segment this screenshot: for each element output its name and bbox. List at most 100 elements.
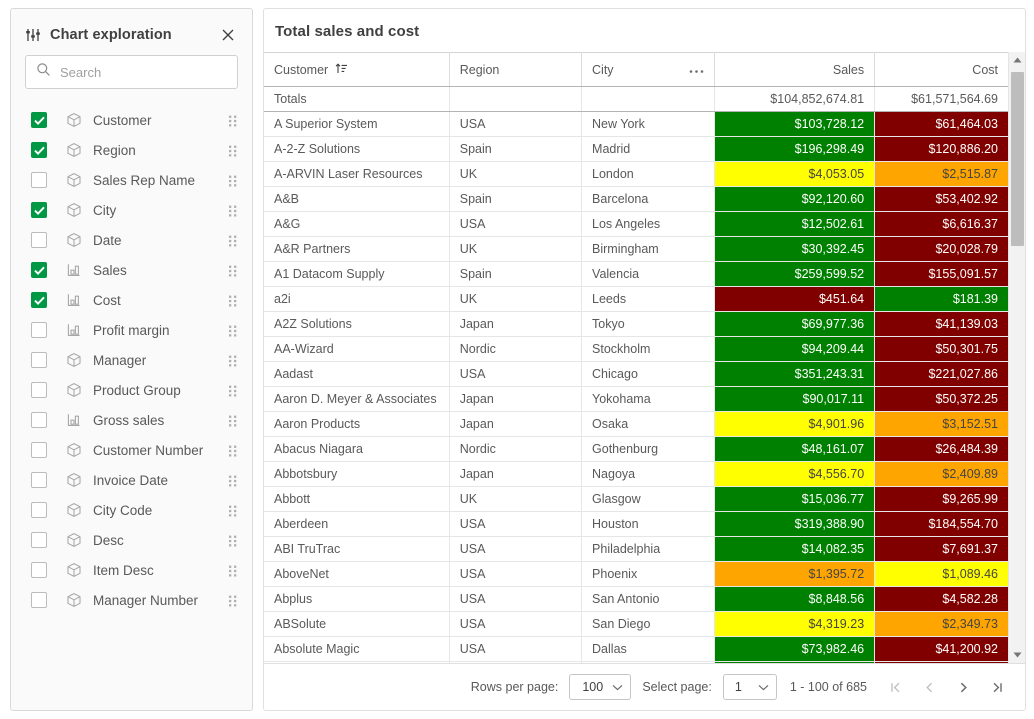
- cell-region[interactable]: USA: [449, 537, 581, 562]
- table-row[interactable]: A&R PartnersUKBirmingham$30,392.45$20,02…: [264, 237, 1008, 262]
- field-row[interactable]: Date: [11, 225, 252, 255]
- table-row[interactable]: A Superior SystemUSANew York$103,728.12$…: [264, 112, 1008, 137]
- cell-city[interactable]: Leeds: [582, 287, 715, 312]
- cell-sales[interactable]: $4,053.05: [715, 162, 875, 187]
- table-row[interactable]: A2Z SolutionsJapanTokyo$69,977.36$41,139…: [264, 312, 1008, 337]
- cell-sales[interactable]: $103,728.12: [715, 112, 875, 137]
- drag-handle-icon[interactable]: [228, 232, 238, 248]
- scrollbar-thumb[interactable]: [1011, 72, 1024, 246]
- drag-handle-icon[interactable]: [228, 502, 238, 518]
- cell-city[interactable]: San Antonio: [582, 587, 715, 612]
- first-page-icon[interactable]: [884, 676, 907, 699]
- cell-sales[interactable]: $90,017.11: [715, 387, 875, 412]
- column-header-customer[interactable]: Customer: [264, 53, 449, 87]
- column-header-cost[interactable]: Cost: [875, 53, 1008, 87]
- cell-customer[interactable]: AA-Wizard: [264, 337, 449, 362]
- last-page-icon[interactable]: [986, 676, 1009, 699]
- cell-customer[interactable]: Abstract: [264, 662, 449, 664]
- table-row[interactable]: AberdeenUSAHouston$319,388.90$184,554.70: [264, 512, 1008, 537]
- cell-cost[interactable]: $184,554.70: [875, 512, 1008, 537]
- cell-cost[interactable]: $2,515.87: [875, 162, 1008, 187]
- cell-customer[interactable]: A&B: [264, 187, 449, 212]
- cell-region[interactable]: USA: [449, 562, 581, 587]
- field-row[interactable]: Manager Number: [11, 585, 252, 615]
- cell-region[interactable]: USA: [449, 637, 581, 662]
- column-header-city[interactable]: City: [582, 53, 715, 87]
- cell-region[interactable]: UK: [449, 287, 581, 312]
- cell-customer[interactable]: A-2-Z Solutions: [264, 137, 449, 162]
- cell-cost[interactable]: $181.39: [875, 287, 1008, 312]
- cell-cost[interactable]: $4,878.87: [875, 662, 1008, 664]
- scrollbar-track[interactable]: [1009, 68, 1025, 647]
- cell-city[interactable]: London: [582, 162, 715, 187]
- drag-handle-icon[interactable]: [228, 532, 238, 548]
- column-menu-icon[interactable]: [689, 63, 704, 77]
- field-row[interactable]: Cost: [11, 285, 252, 315]
- field-checkbox[interactable]: [31, 292, 47, 308]
- cell-sales[interactable]: $30,392.45: [715, 237, 875, 262]
- field-checkbox[interactable]: [31, 502, 47, 518]
- cell-city[interactable]: New York: [582, 112, 715, 137]
- cell-city[interactable]: Dallas: [582, 637, 715, 662]
- cell-sales[interactable]: $351,243.31: [715, 362, 875, 387]
- column-header-sales[interactable]: Sales: [715, 53, 875, 87]
- cell-city[interactable]: Madrid: [582, 137, 715, 162]
- cell-region[interactable]: USA: [449, 212, 581, 237]
- table-row[interactable]: AA-WizardNordicStockholm$94,209.44$50,30…: [264, 337, 1008, 362]
- cell-customer[interactable]: Absolute Magic: [264, 637, 449, 662]
- field-checkbox[interactable]: [31, 232, 47, 248]
- cell-sales[interactable]: $14,082.35: [715, 537, 875, 562]
- cell-cost[interactable]: $26,484.39: [875, 437, 1008, 462]
- cell-cost[interactable]: $221,027.86: [875, 362, 1008, 387]
- cell-sales[interactable]: $319,388.90: [715, 512, 875, 537]
- cell-region[interactable]: UK: [449, 237, 581, 262]
- close-icon[interactable]: [218, 25, 238, 45]
- cell-region[interactable]: UK: [449, 487, 581, 512]
- cell-cost[interactable]: $41,139.03: [875, 312, 1008, 337]
- cell-customer[interactable]: A2Z Solutions: [264, 312, 449, 337]
- table-row[interactable]: ABSoluteUSASan Diego$4,319.23$2,349.73: [264, 612, 1008, 637]
- field-row[interactable]: Desc: [11, 525, 252, 555]
- cell-region[interactable]: USA: [449, 612, 581, 637]
- vertical-scrollbar[interactable]: [1008, 52, 1025, 663]
- field-checkbox[interactable]: [31, 142, 47, 158]
- field-row[interactable]: Profit margin: [11, 315, 252, 345]
- field-checkbox[interactable]: [31, 382, 47, 398]
- next-page-icon[interactable]: [952, 676, 975, 699]
- cell-cost[interactable]: $4,582.28: [875, 587, 1008, 612]
- drag-handle-icon[interactable]: [228, 142, 238, 158]
- scroll-up-icon[interactable]: [1009, 52, 1026, 68]
- cell-customer[interactable]: Aaron Products: [264, 412, 449, 437]
- table-row[interactable]: ABI TruTracUSAPhiladelphia$14,082.35$7,6…: [264, 537, 1008, 562]
- field-row[interactable]: Item Desc: [11, 555, 252, 585]
- cell-sales[interactable]: $259,599.52: [715, 262, 875, 287]
- drag-handle-icon[interactable]: [228, 472, 238, 488]
- cell-city[interactable]: Philadelphia: [582, 537, 715, 562]
- cell-city[interactable]: Los Angeles: [582, 212, 715, 237]
- cell-customer[interactable]: Abacus Niagara: [264, 437, 449, 462]
- table-row[interactable]: AbbottUKGlasgow$15,036.77$9,265.99: [264, 487, 1008, 512]
- table-row[interactable]: A1 Datacom SupplySpainValencia$259,599.5…: [264, 262, 1008, 287]
- field-row[interactable]: City: [11, 195, 252, 225]
- field-row[interactable]: Customer: [11, 105, 252, 135]
- cell-cost[interactable]: $61,464.03: [875, 112, 1008, 137]
- cell-region[interactable]: Japan: [449, 462, 581, 487]
- cell-cost[interactable]: $7,691.37: [875, 537, 1008, 562]
- drag-handle-icon[interactable]: [228, 292, 238, 308]
- cell-cost[interactable]: $9,265.99: [875, 487, 1008, 512]
- field-row[interactable]: Gross sales: [11, 405, 252, 435]
- cell-sales[interactable]: $4,556.70: [715, 462, 875, 487]
- drag-handle-icon[interactable]: [228, 172, 238, 188]
- table-row[interactable]: AadastUSAChicago$351,243.31$221,027.86: [264, 362, 1008, 387]
- cell-customer[interactable]: Aadast: [264, 362, 449, 387]
- cell-customer[interactable]: Abbott: [264, 487, 449, 512]
- table-row[interactable]: Abacus NiagaraNordicGothenburg$48,161.07…: [264, 437, 1008, 462]
- cell-region[interactable]: Spain: [449, 137, 581, 162]
- cell-customer[interactable]: A Superior System: [264, 112, 449, 137]
- field-checkbox[interactable]: [31, 592, 47, 608]
- cell-region[interactable]: USA: [449, 362, 581, 387]
- field-row[interactable]: Manager: [11, 345, 252, 375]
- cell-sales[interactable]: $196,298.49: [715, 137, 875, 162]
- table-row[interactable]: A-2-Z SolutionsSpainMadrid$196,298.49$12…: [264, 137, 1008, 162]
- rows-per-page-select[interactable]: 100: [569, 674, 631, 700]
